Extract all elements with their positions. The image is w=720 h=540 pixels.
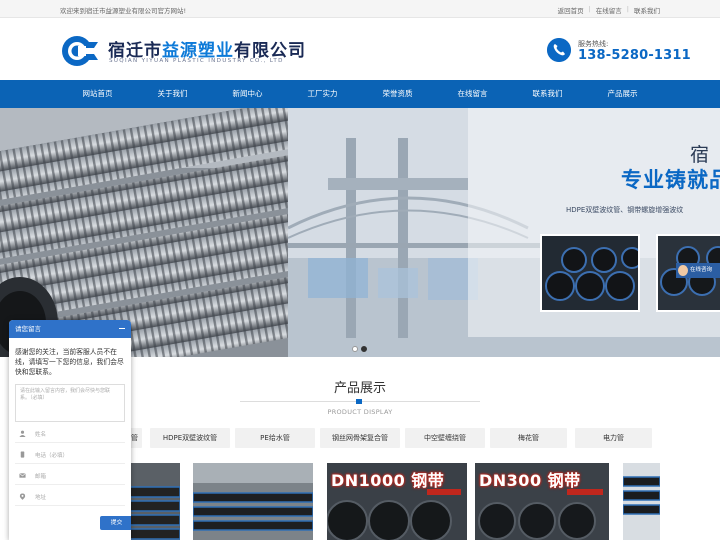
phone-field-label: 电话（必填）: [35, 453, 69, 459]
category-tab-hollow-wall[interactable]: 中空壁缠绕管: [405, 428, 485, 448]
divider: |: [588, 5, 591, 13]
minimize-icon[interactable]: [119, 328, 125, 330]
welcome-text: 欢迎来到宿迁市益源塑业有限公司官方网站!: [60, 7, 187, 15]
hotline-number[interactable]: 138-5280-1311: [578, 48, 691, 63]
pipe-ends-image: [542, 236, 638, 310]
top-link-message[interactable]: 在线留言: [596, 5, 622, 15]
address-field-label: 地址: [35, 495, 47, 501]
name-field-label: 姓名: [35, 432, 47, 438]
mail-icon: [19, 473, 26, 478]
nav-item-contact[interactable]: 联系我们: [510, 80, 585, 108]
site-header: 宿迁市益源塑业有限公司 SUQIAN YIYUAN PLASTIC INDUST…: [0, 18, 720, 80]
nav-item-message[interactable]: 在线留言: [435, 80, 510, 108]
product-photo-4[interactable]: [623, 463, 660, 540]
message-widget-title: 请您留言: [15, 325, 41, 333]
phone-field[interactable]: 电话（必填）: [15, 443, 125, 464]
nav-item-news[interactable]: 新闻中心: [210, 80, 285, 108]
message-textarea[interactable]: 请在此输入留言内容，我们会尽快与您联系。（必填）: [15, 384, 125, 422]
nav-item-honors[interactable]: 荣誉资质: [360, 80, 435, 108]
banner-pagination: [352, 346, 367, 352]
service-avatar-icon: [678, 265, 688, 276]
name-field[interactable]: 姓名: [15, 422, 125, 443]
banner-subtitle: HDPE双壁波纹管、钢带螺旋增强波纹: [566, 206, 684, 214]
product-photo-caption: DN1000 钢带: [331, 471, 445, 490]
nav-item-home[interactable]: 网站首页: [60, 80, 135, 108]
category-tab-steel-mesh[interactable]: 钢丝网骨架复合管: [320, 428, 400, 448]
message-widget: 请您留言 感谢您的关注，当前客服人员不在线，请填写一下您的信息，我们会尽快和您联…: [9, 320, 131, 540]
pipe-roll-image: [623, 463, 660, 540]
top-links: 返回首页 | 在线留言 | 联系我们: [558, 5, 660, 15]
banner-dot[interactable]: [352, 346, 358, 352]
product-photo-3[interactable]: DN300 钢带: [475, 463, 609, 540]
phone-icon: [20, 451, 25, 458]
company-logo-icon[interactable]: [60, 34, 100, 68]
message-widget-notice: 感谢您的关注，当前客服人员不在线，请填写一下您的信息，我们会尽快和您联系。: [15, 348, 124, 376]
banner-dot-active[interactable]: [361, 346, 367, 352]
location-icon: [19, 493, 26, 500]
product-photo-caption: DN300 钢带: [479, 471, 581, 490]
top-link-home[interactable]: 返回首页: [558, 5, 584, 15]
online-consult-chip[interactable]: 在线咨询: [676, 263, 720, 278]
nav-item-about[interactable]: 关于我们: [135, 80, 210, 108]
banner-slogan: 专业铸就品: [621, 168, 720, 192]
nav-item-factory[interactable]: 工厂实力: [285, 80, 360, 108]
phone-icon: [547, 38, 571, 62]
banner-slogan-char: 宿: [690, 144, 710, 166]
products-title-mark: [356, 399, 362, 404]
user-icon: [19, 430, 26, 437]
company-name-en: SUQIAN YIYUAN PLASTIC INDUSTRY CO., LTD: [109, 58, 284, 64]
banner-thumb-pipes: [540, 234, 640, 312]
photo-red-tag: [567, 489, 603, 495]
address-field[interactable]: 地址: [15, 485, 125, 506]
submit-button[interactable]: 提交: [100, 516, 131, 530]
category-tab-pe-water[interactable]: PE给水管: [235, 428, 315, 448]
photo-red-tag: [427, 489, 461, 495]
main-nav: 网站首页 关于我们 新闻中心 工厂实力 荣誉资质 在线留言 联系我们 产品展示: [0, 80, 720, 108]
message-widget-header[interactable]: 请您留言: [9, 320, 131, 338]
pipe-factory-image: [193, 463, 313, 540]
divider: |: [626, 5, 629, 13]
nav-item-products[interactable]: 产品展示: [585, 80, 660, 108]
page: 欢迎来到宿迁市益源塑业有限公司官方网站! 返回首页 | 在线留言 | 联系我们 …: [0, 0, 720, 540]
product-photo-2[interactable]: DN1000 钢带: [327, 463, 467, 540]
top-link-contact[interactable]: 联系我们: [634, 5, 660, 15]
email-field[interactable]: 邮箱: [15, 464, 125, 485]
online-consult-label: 在线咨询: [690, 267, 713, 273]
category-tab-power[interactable]: 电力管: [575, 428, 652, 448]
email-field-label: 邮箱: [35, 474, 47, 480]
category-tab-hdpe[interactable]: HDPE双壁波纹管: [150, 428, 230, 448]
top-bar: 欢迎来到宿迁市益源塑业有限公司官方网站! 返回首页 | 在线留言 | 联系我们: [0, 0, 720, 18]
product-photo-1[interactable]: [193, 463, 313, 540]
category-tab-plum[interactable]: 梅花管: [490, 428, 567, 448]
